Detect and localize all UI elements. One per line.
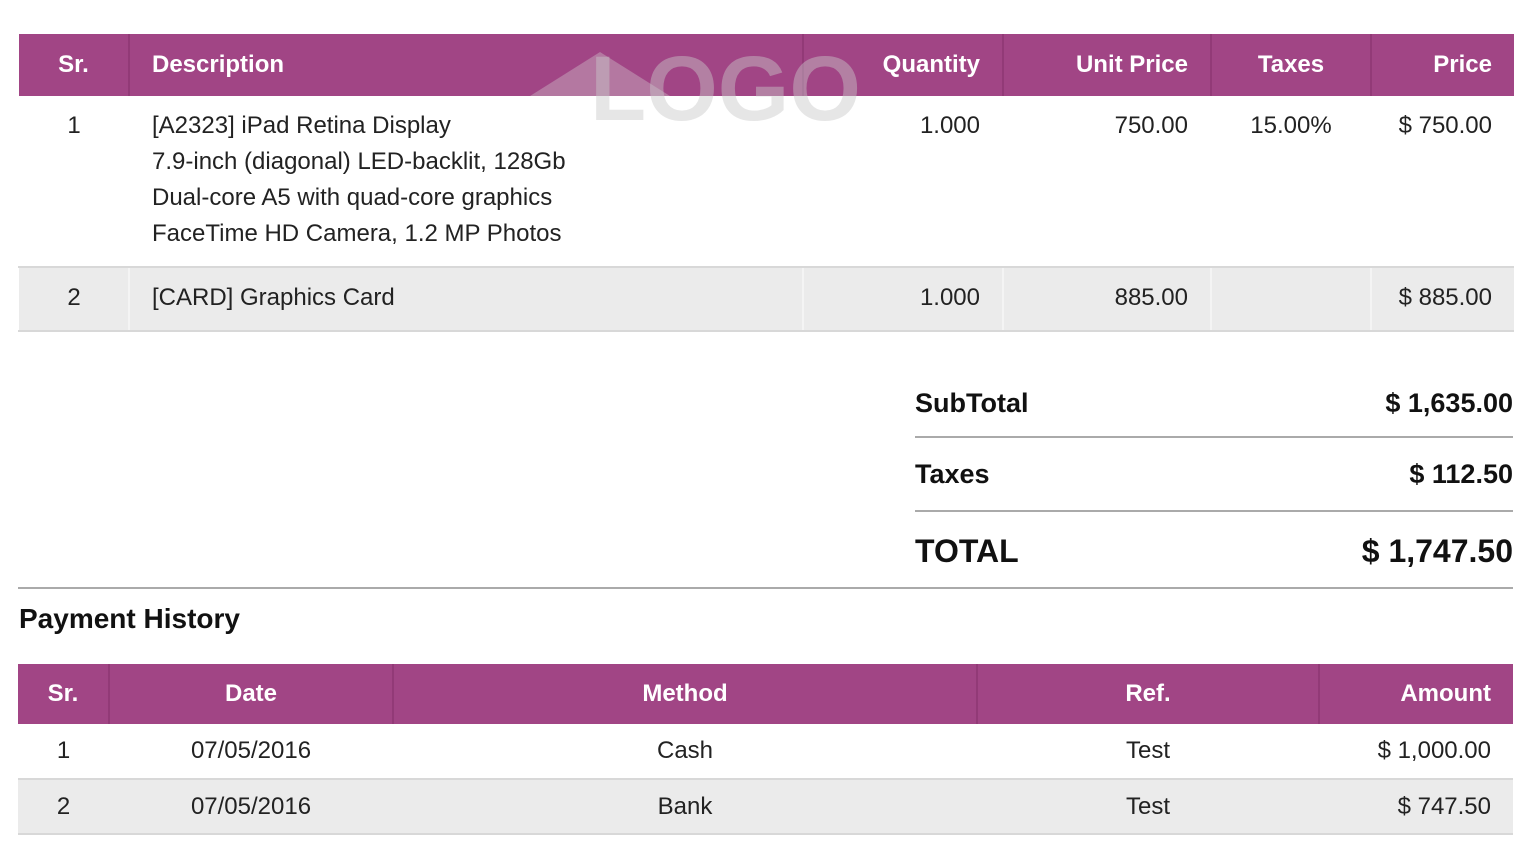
line-price: $ 750.00: [1371, 96, 1514, 268]
taxes-value: $ 112.50: [1409, 458, 1513, 489]
payment-date: 07/05/2016: [109, 779, 393, 835]
subtotal-row: SubTotal $ 1,635.00: [915, 370, 1513, 438]
payment-header-row: Sr. Date Method Ref. Amount: [18, 664, 1513, 724]
line-product-name: [CARD] Graphics Card: [152, 284, 395, 311]
payment-method: Bank: [393, 779, 977, 835]
header-sr: Sr.: [19, 34, 129, 96]
line-taxes: 15.00%: [1211, 96, 1371, 268]
payment-amount: $ 747.50: [1319, 779, 1513, 835]
line-quantity: 1.000: [803, 96, 1003, 268]
payment-sr: 2: [18, 779, 109, 835]
order-lines-table: Sr. Description Quantity Unit Price Taxe…: [18, 34, 1514, 332]
payment-history-table: Sr. Date Method Ref. Amount 1 07/05/2016…: [18, 664, 1513, 835]
total-label: TOTAL: [915, 532, 1019, 569]
header-unit-price: Unit Price: [1002, 34, 1211, 96]
subtotal-label: SubTotal: [915, 387, 1029, 418]
table-row: 1 [A2323] iPad Retina Display 7.9-inch (…: [19, 96, 1514, 268]
payment-ref: Test: [977, 724, 1319, 780]
payment-date: 07/05/2016: [109, 724, 393, 780]
total-row: TOTAL $ 1,747.50: [915, 512, 1513, 590]
payment-header-method: Method: [392, 664, 977, 724]
subtotal-value: $ 1,635.00: [1385, 387, 1513, 418]
payment-method: Cash: [393, 724, 977, 780]
line-taxes: [1210, 267, 1371, 332]
payment-header-sr: Sr.: [18, 664, 109, 724]
line-description-detail: Dual-core A5 with quad-core graphics: [152, 184, 553, 211]
line-price: $ 885.00: [1370, 267, 1514, 332]
payment-history-title: Payment History: [19, 603, 240, 634]
header-price: Price: [1370, 34, 1514, 96]
payment-amount: $ 1,000.00: [1319, 724, 1513, 780]
header-description: Description: [128, 34, 803, 96]
line-description-detail: 7.9-inch (diagonal) LED-backlit, 128Gb: [152, 148, 566, 175]
line-description: [CARD] Graphics Card: [128, 267, 803, 332]
payment-sr: 1: [18, 724, 109, 780]
table-row: 1 07/05/2016 Cash Test $ 1,000.00: [18, 724, 1513, 780]
line-product-name: [A2323] iPad Retina Display: [152, 112, 451, 139]
taxes-row: Taxes $ 112.50: [915, 438, 1513, 512]
payment-header-ref: Ref.: [976, 664, 1319, 724]
line-quantity: 1.000: [802, 267, 1003, 332]
line-unit-price: 750.00: [1003, 96, 1211, 268]
table-row: 2 07/05/2016 Bank Test $ 747.50: [18, 779, 1513, 835]
line-unit-price: 885.00: [1002, 267, 1211, 332]
payment-header-date: Date: [108, 664, 393, 724]
payment-ref: Test: [977, 779, 1319, 835]
totals-summary: SubTotal $ 1,635.00 Taxes $ 112.50 TOTAL…: [915, 370, 1513, 590]
line-description-detail: FaceTime HD Camera, 1.2 MP Photos: [152, 220, 562, 247]
payment-header-amount: Amount: [1318, 664, 1513, 724]
header-taxes: Taxes: [1210, 34, 1371, 96]
order-lines-header-row: Sr. Description Quantity Unit Price Taxe…: [19, 34, 1514, 96]
line-description: [A2323] iPad Retina Display 7.9-inch (di…: [129, 96, 803, 268]
line-sr: 2: [19, 267, 129, 332]
header-quantity: Quantity: [802, 34, 1003, 96]
taxes-label: Taxes: [915, 458, 990, 489]
section-divider: [18, 587, 1513, 589]
table-row: 2 [CARD] Graphics Card 1.000 885.00 $ 88…: [19, 267, 1514, 332]
total-value: $ 1,747.50: [1361, 532, 1513, 569]
line-sr: 1: [19, 96, 129, 268]
